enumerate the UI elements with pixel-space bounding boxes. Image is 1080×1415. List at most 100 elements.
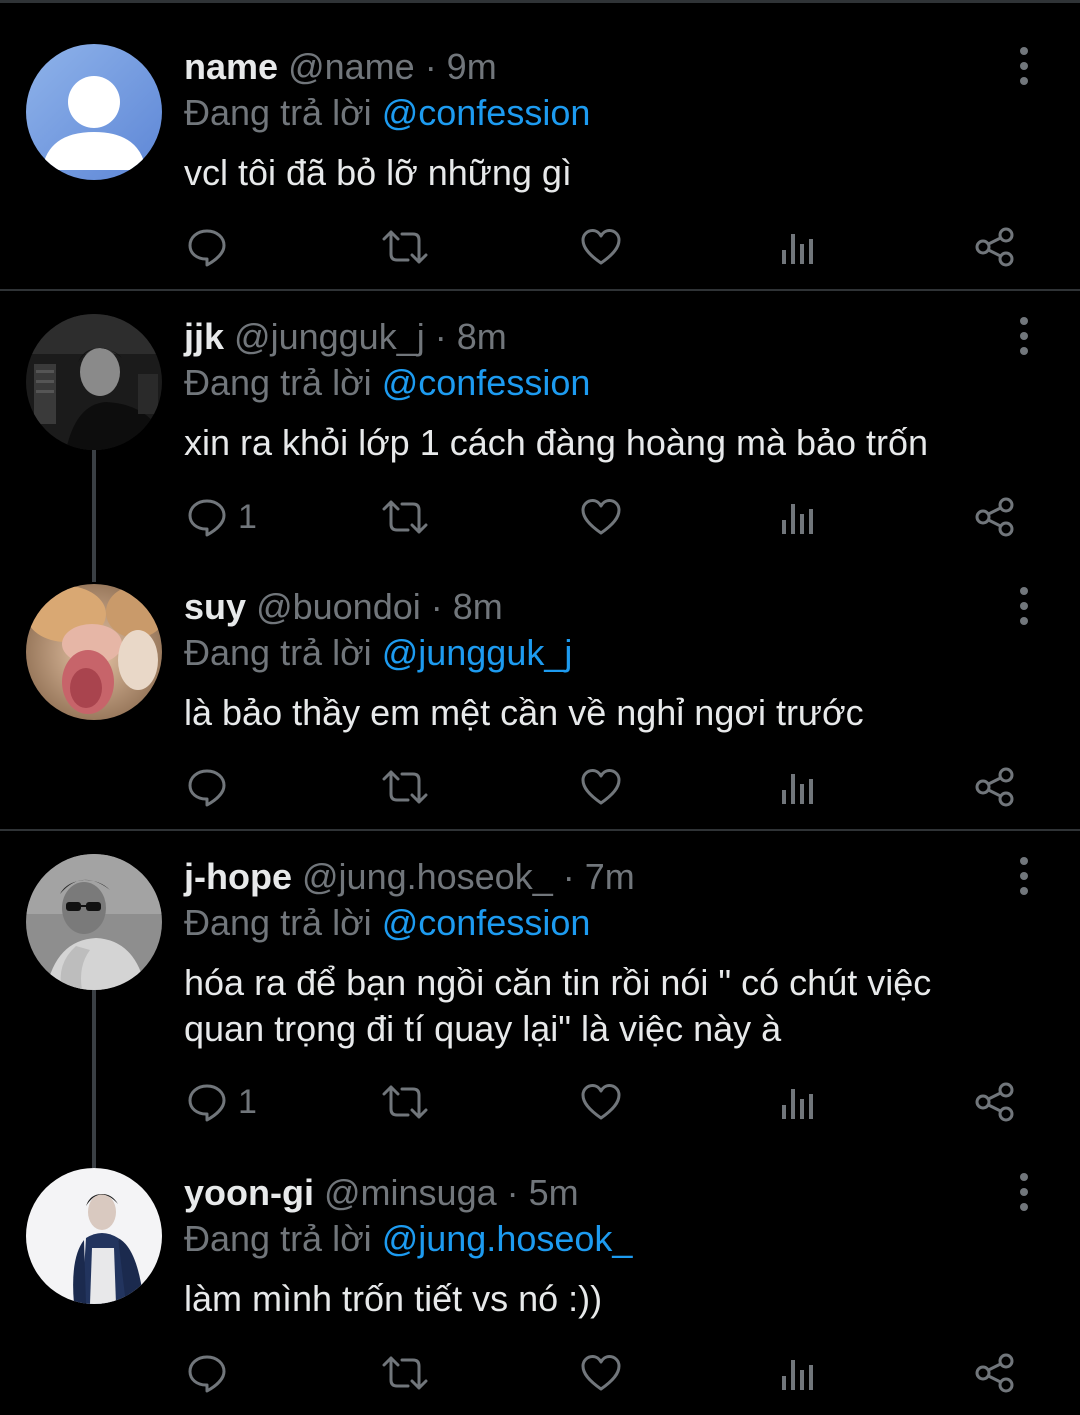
retweet-button[interactable] <box>382 1348 428 1398</box>
mention-link[interactable]: @confession <box>382 92 591 133</box>
like-button[interactable] <box>580 762 622 812</box>
views-icon <box>782 234 813 264</box>
heart-icon <box>581 769 621 805</box>
retweet-button[interactable] <box>382 762 428 812</box>
like-button[interactable] <box>580 1348 622 1398</box>
replying-label: Đang trả lời <box>184 902 372 943</box>
like-button[interactable] <box>580 222 622 272</box>
heart-icon <box>581 229 621 265</box>
avatar-suy[interactable] <box>26 584 162 720</box>
display-name[interactable]: suy <box>184 586 246 627</box>
share-button[interactable] <box>974 762 1016 812</box>
user-handle[interactable]: @minsuga <box>324 1172 497 1213</box>
more-icon[interactable] <box>1010 857 1038 897</box>
timestamp[interactable]: · 7m <box>563 856 635 897</box>
replying-to: Đang trả lời @confession <box>184 900 590 946</box>
retweet-icon <box>382 230 428 264</box>
more-icon[interactable] <box>1010 317 1038 357</box>
heart-icon <box>581 1084 621 1120</box>
tweet[interactable]: suy @buondoi · 8m Đang trả lời @jungguk_… <box>0 561 1080 829</box>
reply-button[interactable] <box>186 762 238 812</box>
mention-link[interactable]: @jungguk_j <box>382 632 573 673</box>
tweet-text: hóa ra để bạn ngồi căn tin rồi nói " có … <box>184 962 932 1049</box>
tweet[interactable]: yoon-gi @minsuga · 5m Đang trả lời @jung… <box>0 1146 1080 1415</box>
share-icon <box>975 497 1014 537</box>
user-handle[interactable]: @buondoi <box>256 586 421 627</box>
timestamp[interactable]: · 5m <box>507 1172 579 1213</box>
avatar-jjk[interactable] <box>26 314 162 450</box>
reply-button[interactable] <box>186 1348 238 1398</box>
retweet-button[interactable] <box>382 492 428 542</box>
share-icon <box>975 1353 1014 1393</box>
share-icon <box>975 227 1014 267</box>
profile-photo-icon <box>26 854 162 990</box>
more-icon[interactable] <box>1010 587 1038 627</box>
tweet-header: yoon-gi @minsuga · 5m <box>184 1170 579 1216</box>
replying-to: Đang trả lời @confession <box>184 360 590 406</box>
views-button[interactable] <box>780 222 816 272</box>
reply-button[interactable]: 1 <box>186 1077 257 1127</box>
retweet-button[interactable] <box>382 222 428 272</box>
reply-icon <box>188 769 226 807</box>
reply-count: 1 <box>238 497 257 536</box>
replying-label: Đang trả lời <box>184 632 372 673</box>
action-bar <box>0 762 1080 812</box>
tweet-header: suy @buondoi · 8m <box>184 584 503 630</box>
reply-button[interactable]: 1 <box>186 492 257 542</box>
profile-photo-icon <box>26 314 162 450</box>
share-button[interactable] <box>974 1348 1016 1398</box>
mention-link[interactable]: @confession <box>382 902 591 943</box>
retweet-icon <box>382 1356 428 1390</box>
tweet-text: là bảo thầy em mệt cần về nghỉ ngơi trướ… <box>184 692 864 733</box>
mention-link[interactable]: @confession <box>382 362 591 403</box>
reply-button[interactable] <box>186 222 238 272</box>
action-bar: 1 <box>0 492 1080 542</box>
tweet-header: name @name · 9m <box>184 44 497 90</box>
mention-link[interactable]: @jung.hoseok_ <box>382 1218 633 1259</box>
user-handle[interactable]: @jungguk_j <box>234 316 425 357</box>
views-button[interactable] <box>780 1077 816 1127</box>
user-handle[interactable]: @jung.hoseok_ <box>302 856 553 897</box>
share-button[interactable] <box>974 222 1016 272</box>
replying-label: Đang trả lời <box>184 1218 372 1259</box>
more-icon[interactable] <box>1010 1173 1038 1213</box>
share-button[interactable] <box>974 492 1016 542</box>
avatar-j-hope[interactable] <box>26 854 162 990</box>
share-button[interactable] <box>974 1077 1016 1127</box>
views-button[interactable] <box>780 492 816 542</box>
tweet[interactable]: j-hope @jung.hoseok_ · 7m Đang trả lời @… <box>0 831 1080 1146</box>
tweet[interactable]: name @name · 9m Đang trả lời @confession… <box>0 0 1080 289</box>
like-button[interactable] <box>580 1077 622 1127</box>
retweet-button[interactable] <box>382 1077 428 1127</box>
display-name[interactable]: name <box>184 46 278 87</box>
more-icon[interactable] <box>1010 47 1038 87</box>
reply-icon <box>188 1084 226 1122</box>
views-icon <box>782 504 813 534</box>
like-button[interactable] <box>580 492 622 542</box>
default-avatar-icon <box>26 44 162 180</box>
tweet-header: j-hope @jung.hoseok_ · 7m <box>184 854 635 900</box>
reply-icon <box>188 499 226 537</box>
action-bar <box>0 1348 1080 1398</box>
user-handle[interactable]: @name <box>288 46 415 87</box>
tweet-text: xin ra khỏi lớp 1 cách đàng hoàng mà bảo… <box>184 422 929 463</box>
avatar-default[interactable] <box>26 44 162 180</box>
share-icon <box>975 767 1014 807</box>
retweet-icon <box>382 770 428 804</box>
display-name[interactable]: yoon-gi <box>184 1172 314 1213</box>
profile-photo-icon <box>26 584 162 720</box>
tweet[interactable]: jjk @jungguk_j · 8m Đang trả lời @confes… <box>0 291 1080 561</box>
timestamp[interactable]: · 8m <box>431 586 503 627</box>
views-button[interactable] <box>780 1348 816 1398</box>
timestamp[interactable]: · 8m <box>435 316 507 357</box>
views-icon <box>782 1360 813 1390</box>
heart-icon <box>581 1355 621 1391</box>
display-name[interactable]: jjk <box>184 316 224 357</box>
timestamp[interactable]: · 9m <box>425 46 497 87</box>
avatar-yoon-gi[interactable] <box>26 1168 162 1304</box>
display-name[interactable]: j-hope <box>184 856 292 897</box>
retweet-icon <box>382 500 428 534</box>
retweet-icon <box>382 1085 428 1119</box>
views-button[interactable] <box>780 762 816 812</box>
tweet-header: jjk @jungguk_j · 8m <box>184 314 507 360</box>
